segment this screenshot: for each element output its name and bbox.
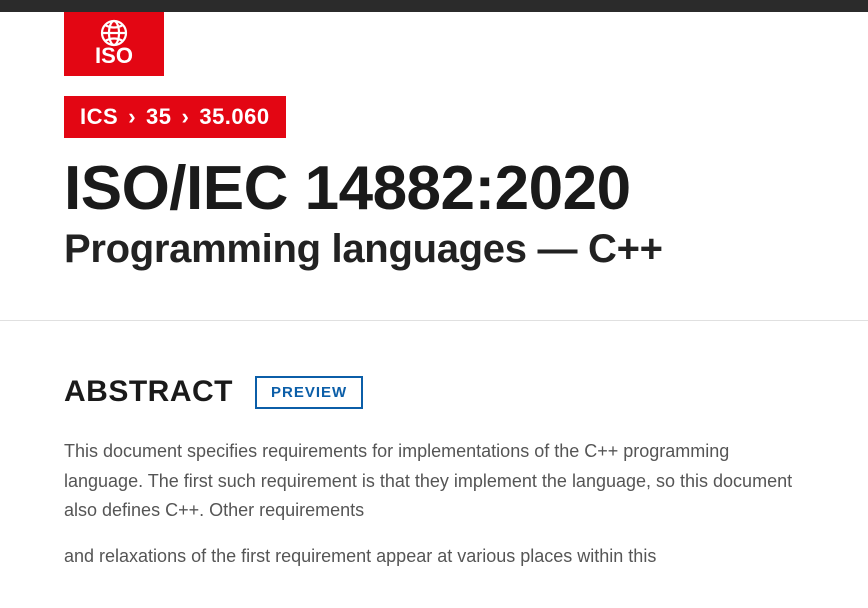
top-bar — [0, 0, 868, 12]
chevron-right-icon: › — [182, 104, 190, 130]
abstract-heading: ABSTRACT — [64, 375, 233, 409]
abstract-paragraph-1: This document specifies requirements for… — [64, 437, 804, 526]
breadcrumb-level2[interactable]: 35.060 — [199, 104, 269, 130]
iso-globe-icon: ISO — [83, 19, 145, 69]
breadcrumb-root[interactable]: ICS — [80, 104, 118, 130]
breadcrumb: ICS › 35 › 35.060 — [64, 96, 286, 138]
abstract-header-row: ABSTRACT PREVIEW — [64, 375, 804, 409]
iso-logo[interactable]: ISO — [64, 12, 164, 76]
standard-code-heading: ISO/IEC 14882:2020 — [64, 156, 868, 221]
svg-text:ISO: ISO — [95, 43, 133, 68]
chevron-right-icon: › — [128, 104, 136, 130]
standard-title: Programming languages — C++ — [64, 227, 868, 272]
preview-button[interactable]: PREVIEW — [255, 376, 363, 409]
content-section: ABSTRACT PREVIEW This document specifies… — [0, 321, 868, 572]
abstract-paragraph-2: and relaxations of the first requirement… — [64, 542, 804, 572]
breadcrumb-level1[interactable]: 35 — [146, 104, 171, 130]
header-section: ISO ICS › 35 › 35.060 ISO/IEC 14882:2020… — [0, 12, 868, 321]
